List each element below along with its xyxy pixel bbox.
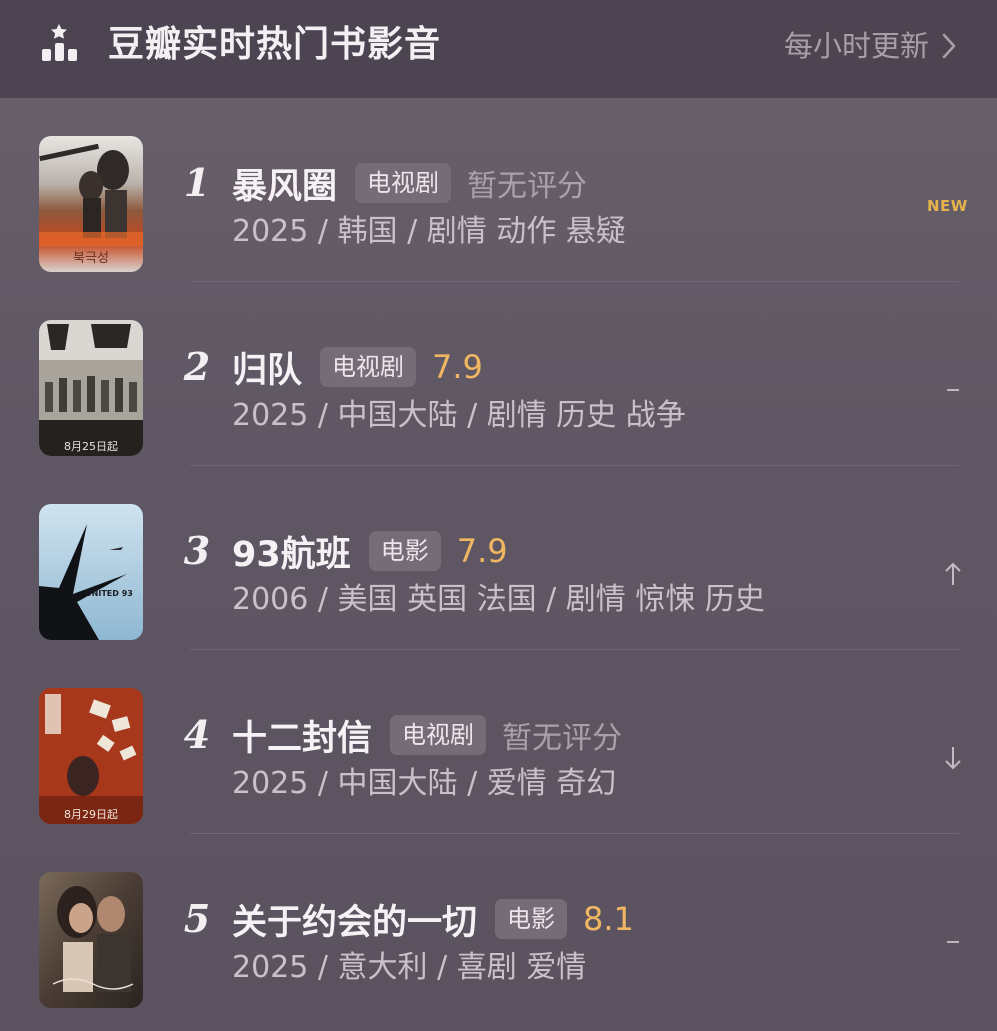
ranking-bars-icon	[42, 24, 77, 61]
list-item[interactable]: 8月25日起 2 归队 电视剧 7.9 2025 / 中国大陆 / 剧情 历史 …	[0, 282, 997, 466]
type-tag: 电影	[495, 899, 568, 939]
poster-image[interactable]: UNITED 93	[39, 504, 143, 640]
poster-image[interactable]: 8月29日起	[39, 688, 143, 824]
poster-caption: UNITED 93	[85, 589, 133, 598]
list-item[interactable]: 5 关于约会的一切 电影 8.1 2025 / 意大利 / 喜剧 爱情	[0, 834, 997, 1018]
item-meta: 2025 / 意大利 / 喜剧 爱情	[232, 950, 587, 985]
chevron-right-icon	[942, 33, 956, 59]
item-title[interactable]: 归队	[232, 342, 302, 393]
item-title[interactable]: 十二封信	[232, 710, 372, 761]
rating-score: 7.9	[456, 532, 508, 570]
poster-caption: 8月25日起	[64, 440, 118, 453]
rank-number: 4	[183, 712, 211, 757]
trend-indicator: NEW	[927, 193, 968, 219]
no-change-icon	[947, 389, 959, 391]
rank-number: 2	[183, 344, 211, 389]
poster-image[interactable]: 8月25日起	[39, 320, 143, 456]
card-header: 豆瓣实时热门书影音 每小时更新	[0, 0, 997, 98]
poster-image[interactable]: 북극성	[39, 136, 143, 272]
type-tag: 电视剧	[390, 715, 487, 755]
item-meta: 2025 / 中国大陆 / 爱情 奇幻	[232, 766, 617, 801]
item-title[interactable]: 93航班	[232, 526, 351, 577]
poster-image[interactable]	[39, 872, 143, 1008]
rating-score: 暂无评分	[467, 169, 588, 204]
list-item[interactable]: 북극성 1 暴风圈 电视剧 暂无评分 2025 / 韩国 / 剧情 动作 悬疑 …	[0, 98, 997, 282]
rating-score: 暂无评分	[502, 721, 623, 756]
item-meta: 2025 / 韩国 / 剧情 动作 悬疑	[232, 214, 626, 249]
item-title-row: 93航班 电影 7.9	[232, 525, 508, 577]
item-title[interactable]: 暴风圈	[232, 158, 337, 209]
item-title-row: 暴风圈 电视剧 暂无评分	[232, 157, 587, 209]
hot-list-card: 豆瓣实时热门书影音 每小时更新 북극성 1 暴风圈 电视剧 暂无评分 2025 …	[0, 0, 997, 1031]
rank-number: 1	[183, 160, 211, 205]
arrow-up-icon	[945, 562, 961, 585]
update-frequency-link[interactable]: 每小时更新	[784, 26, 957, 66]
rank-number: 5	[183, 896, 211, 941]
arrow-down-icon	[945, 747, 961, 770]
rating-score: 7.9	[432, 348, 483, 386]
no-change-icon	[947, 941, 959, 943]
rank-number: 3	[183, 528, 211, 573]
poster-caption: 북극성	[73, 251, 109, 266]
type-tag: 电视剧	[355, 163, 452, 203]
new-badge: NEW	[927, 197, 968, 215]
item-meta: 2025 / 中国大陆 / 剧情 历史 战争	[232, 398, 686, 433]
type-tag: 电视剧	[320, 347, 417, 387]
list-item[interactable]: UNITED 93 3 93航班 电影 7.9 2006 / 美国 英国 法国 …	[0, 466, 997, 650]
type-tag: 电影	[368, 531, 441, 571]
list-item[interactable]: 8月29日起 4 十二封信 电视剧 暂无评分 2025 / 中国大陆 / 爱情 …	[0, 650, 997, 834]
update-frequency-label: 每小时更新	[783, 29, 929, 63]
rating-score: 8.1	[583, 900, 634, 938]
poster-caption: 8月29日起	[64, 808, 118, 821]
item-title-row: 关于约会的一切 电影 8.1	[232, 893, 634, 945]
item-title-row: 十二封信 电视剧 暂无评分	[232, 709, 622, 761]
item-title[interactable]: 关于约会的一切	[232, 894, 477, 945]
item-meta: 2006 / 美国 英国 法国 / 剧情 惊悚 历史	[232, 582, 765, 617]
item-title-row: 归队 电视剧 7.9	[232, 341, 483, 393]
page-title: 豆瓣实时热门书影音	[108, 24, 442, 65]
